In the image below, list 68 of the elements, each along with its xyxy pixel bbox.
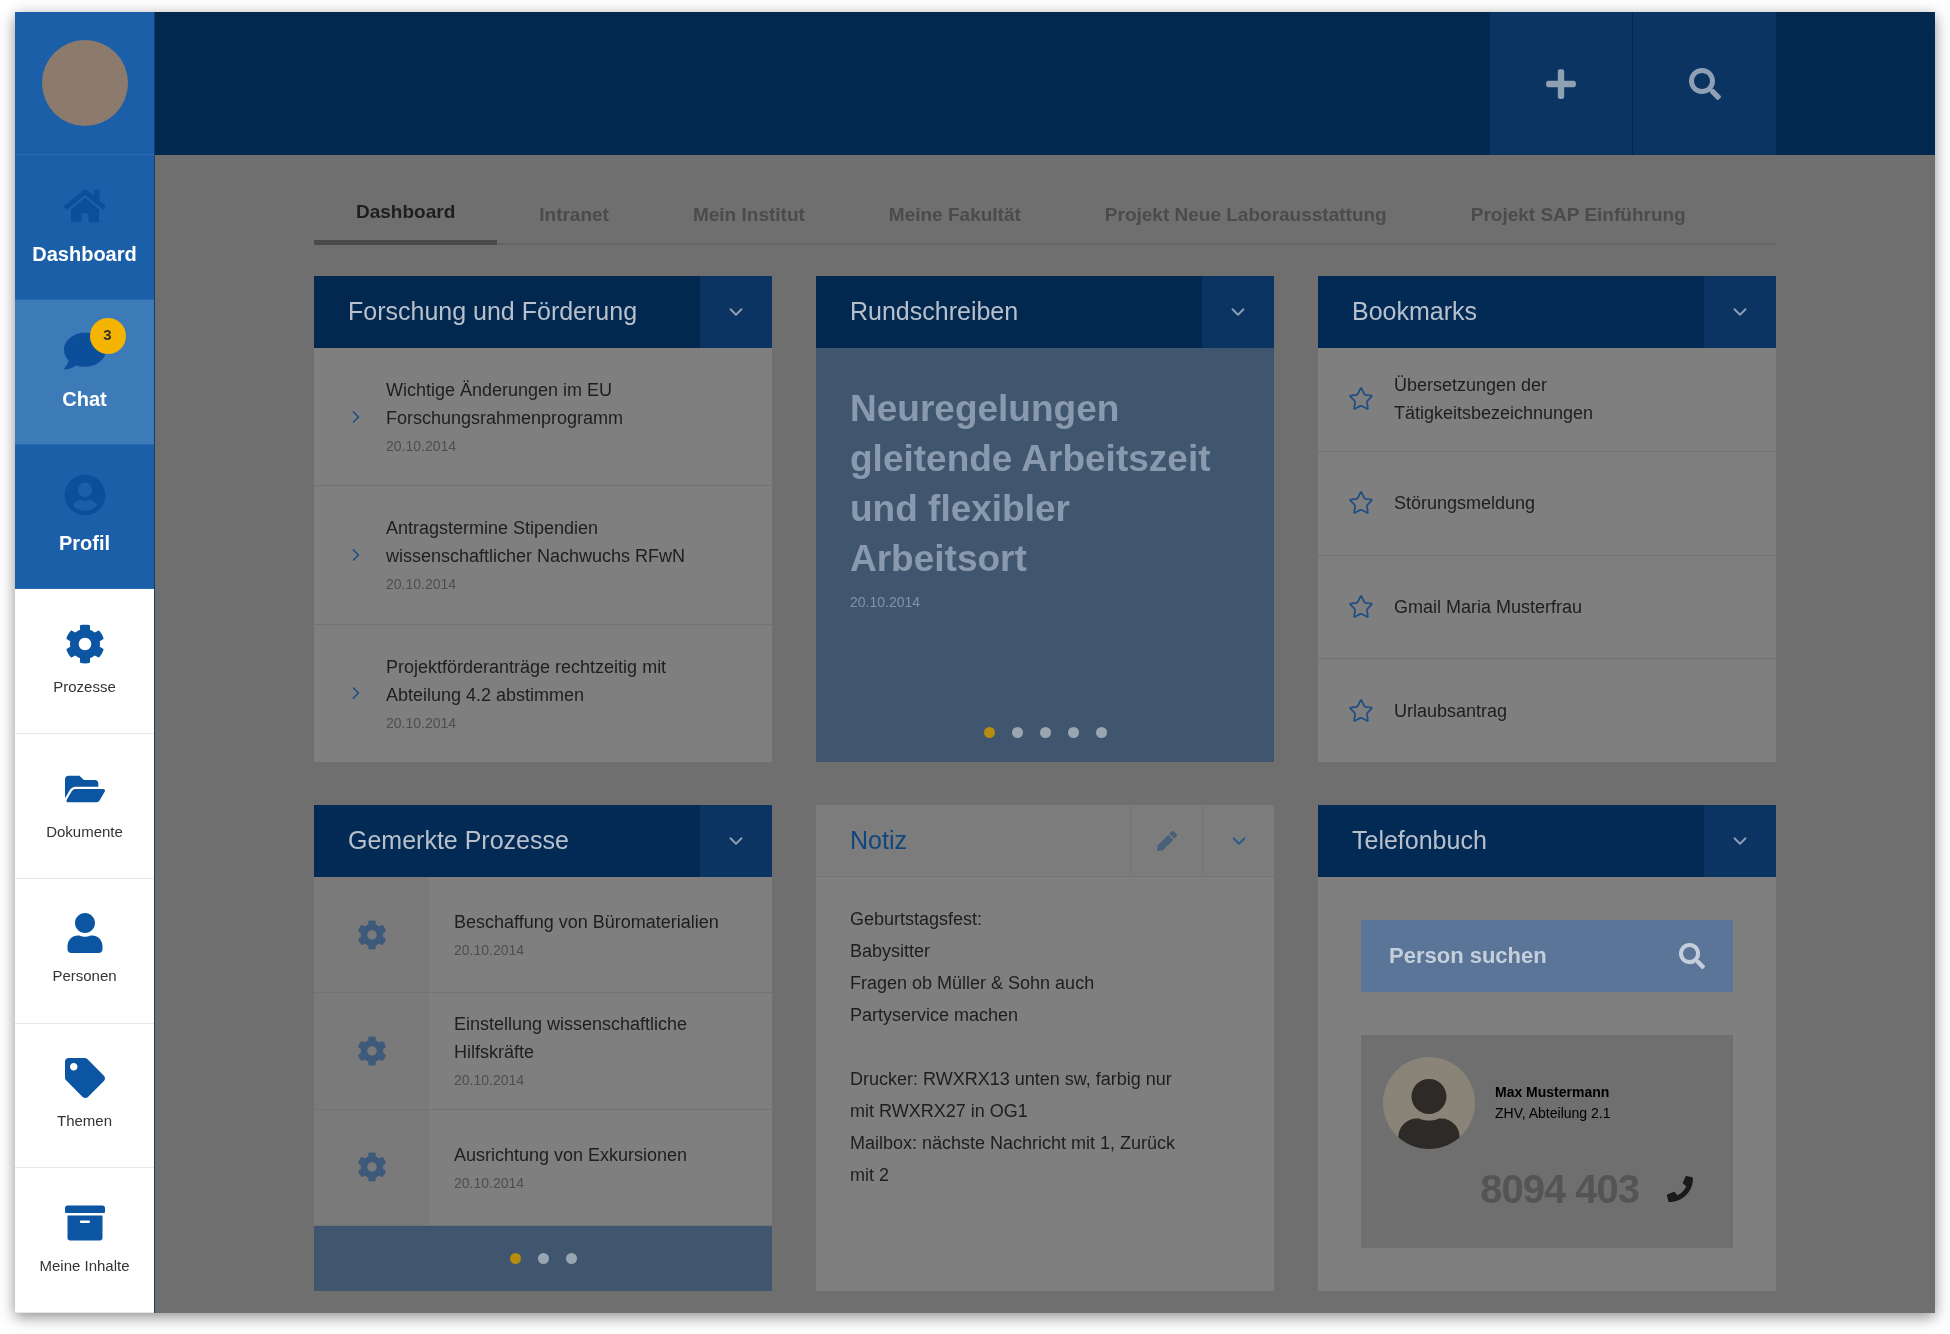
sidebar-label: Profil [58, 531, 111, 557]
slide-date: 20.10.2014 [850, 593, 922, 612]
bookmark-item[interactable]: Gmail Maria Musterfrau [1318, 555, 1776, 660]
phone-icon[interactable] [1667, 1176, 1693, 1202]
news-slide[interactable]: Neuregelungen gleitende Arbeitszeit und flexibler Arbeitsort 20.10.2014 [816, 348, 1274, 762]
note-line: Fragen ob Müller & Sohn auch [850, 972, 1096, 995]
process-title: Einstellung wissenschaftliche Hilfskräfte [454, 1013, 689, 1065]
collapse-button[interactable] [1202, 276, 1274, 348]
sidebar-label: Meine Inhalte [39, 1255, 130, 1276]
card-title: Bookmarks [1351, 296, 1479, 328]
card-title: Rundschreiben [849, 296, 1020, 328]
contact-name: Max Mustermann [1495, 1083, 1611, 1102]
note-line: Partyservice machen [850, 1004, 1020, 1027]
note-line: Drucker: RWXRX13 unten sw, farbig nur [850, 1068, 1173, 1091]
slide-headline: Neuregelungen gleitende Arbeitszeit und flexibler Arbeitsort [850, 387, 1212, 581]
star-icon [1348, 697, 1374, 724]
news-title: Antragstermine Stipendien wissenschaftlicher Nachwuchs RFwN [386, 517, 686, 569]
add-button[interactable] [1490, 12, 1633, 155]
bookmark-title: Störungsmeldung [1394, 492, 1536, 516]
gear-icon [356, 1036, 387, 1066]
card-title: Notiz [849, 824, 908, 856]
notification-badge: 3 [89, 317, 126, 354]
sidebar-label: Prozesse [53, 676, 116, 697]
bookmark-title: Urlaubsantrag [1394, 699, 1508, 723]
search-icon [1679, 943, 1705, 969]
sidebar-item[interactable]: Dashboard [15, 155, 154, 300]
news-title: Wichtige Änderungen im EU Forschungsrahmenprogramm [386, 379, 625, 431]
gear-icon [356, 919, 387, 950]
bookmark-item[interactable]: Übersetzungen der Tätigkeitsbezeichnungen [1318, 348, 1776, 452]
note-line: Mailbox: nächste Nachricht mit 1, Zurück [850, 1132, 1177, 1155]
bookmark-item[interactable]: Störungsmeldung [1318, 451, 1776, 556]
star-icon [1348, 593, 1374, 620]
sidebar-label: Personen [52, 966, 117, 987]
card-title: Telefonbuch [1351, 825, 1488, 857]
star-icon [1348, 386, 1374, 413]
gear-icon [64, 623, 105, 664]
sidebar-item[interactable]: Profil [15, 444, 154, 590]
sidebar-label: Themen [57, 1111, 112, 1132]
tag-icon [64, 1058, 105, 1099]
sidebar-label: Chat [62, 386, 107, 412]
tab[interactable]: Dashboard [314, 185, 498, 245]
gear-icon [356, 1152, 387, 1183]
plus-icon [1544, 66, 1578, 101]
sidebar-label: Dashboard [32, 241, 137, 267]
search-field[interactable]: Person suchen [1361, 920, 1733, 992]
bookmark-title: Gmail Maria Musterfrau [1394, 595, 1583, 619]
search-icon [1688, 67, 1721, 100]
sidebar-item[interactable]: 3 Chat [15, 299, 154, 445]
contact-department: ZHV, Abteilung 2.1 [1495, 1104, 1611, 1123]
process-title: Beschaffung von Büromaterialien [454, 911, 719, 935]
note-line: mit RWXRX27 in OG1 [850, 1100, 1029, 1123]
process-title: Ausrichtung von Exkursionen [454, 1143, 688, 1167]
card-title: Gemerkte Prozesse [347, 825, 570, 857]
collapse-button[interactable] [1704, 805, 1776, 877]
collapse-button[interactable] [700, 805, 772, 877]
news-title: Projektförderanträge rechtzeitig mit Abteilung 4.2 abstimmen [386, 655, 668, 707]
card-title: Forschung und Förderung [347, 296, 639, 328]
search-button[interactable] [1633, 12, 1776, 155]
collapse-button[interactable] [700, 276, 772, 348]
star-icon [1348, 490, 1374, 517]
pencil-icon [1156, 830, 1177, 851]
note-line: Babysitter [850, 940, 932, 963]
note-line: mit 2 [850, 1164, 890, 1187]
bookmark-item[interactable]: Urlaubsantrag [1318, 659, 1776, 762]
sidebar-label: Dokumente [46, 821, 123, 842]
bookmark-title: Übersetzungen der Tätigkeitsbezeichnungen [1394, 374, 1595, 426]
collapse-button[interactable] [1704, 276, 1776, 348]
note-line: Geburtstagsfest: [850, 908, 984, 931]
